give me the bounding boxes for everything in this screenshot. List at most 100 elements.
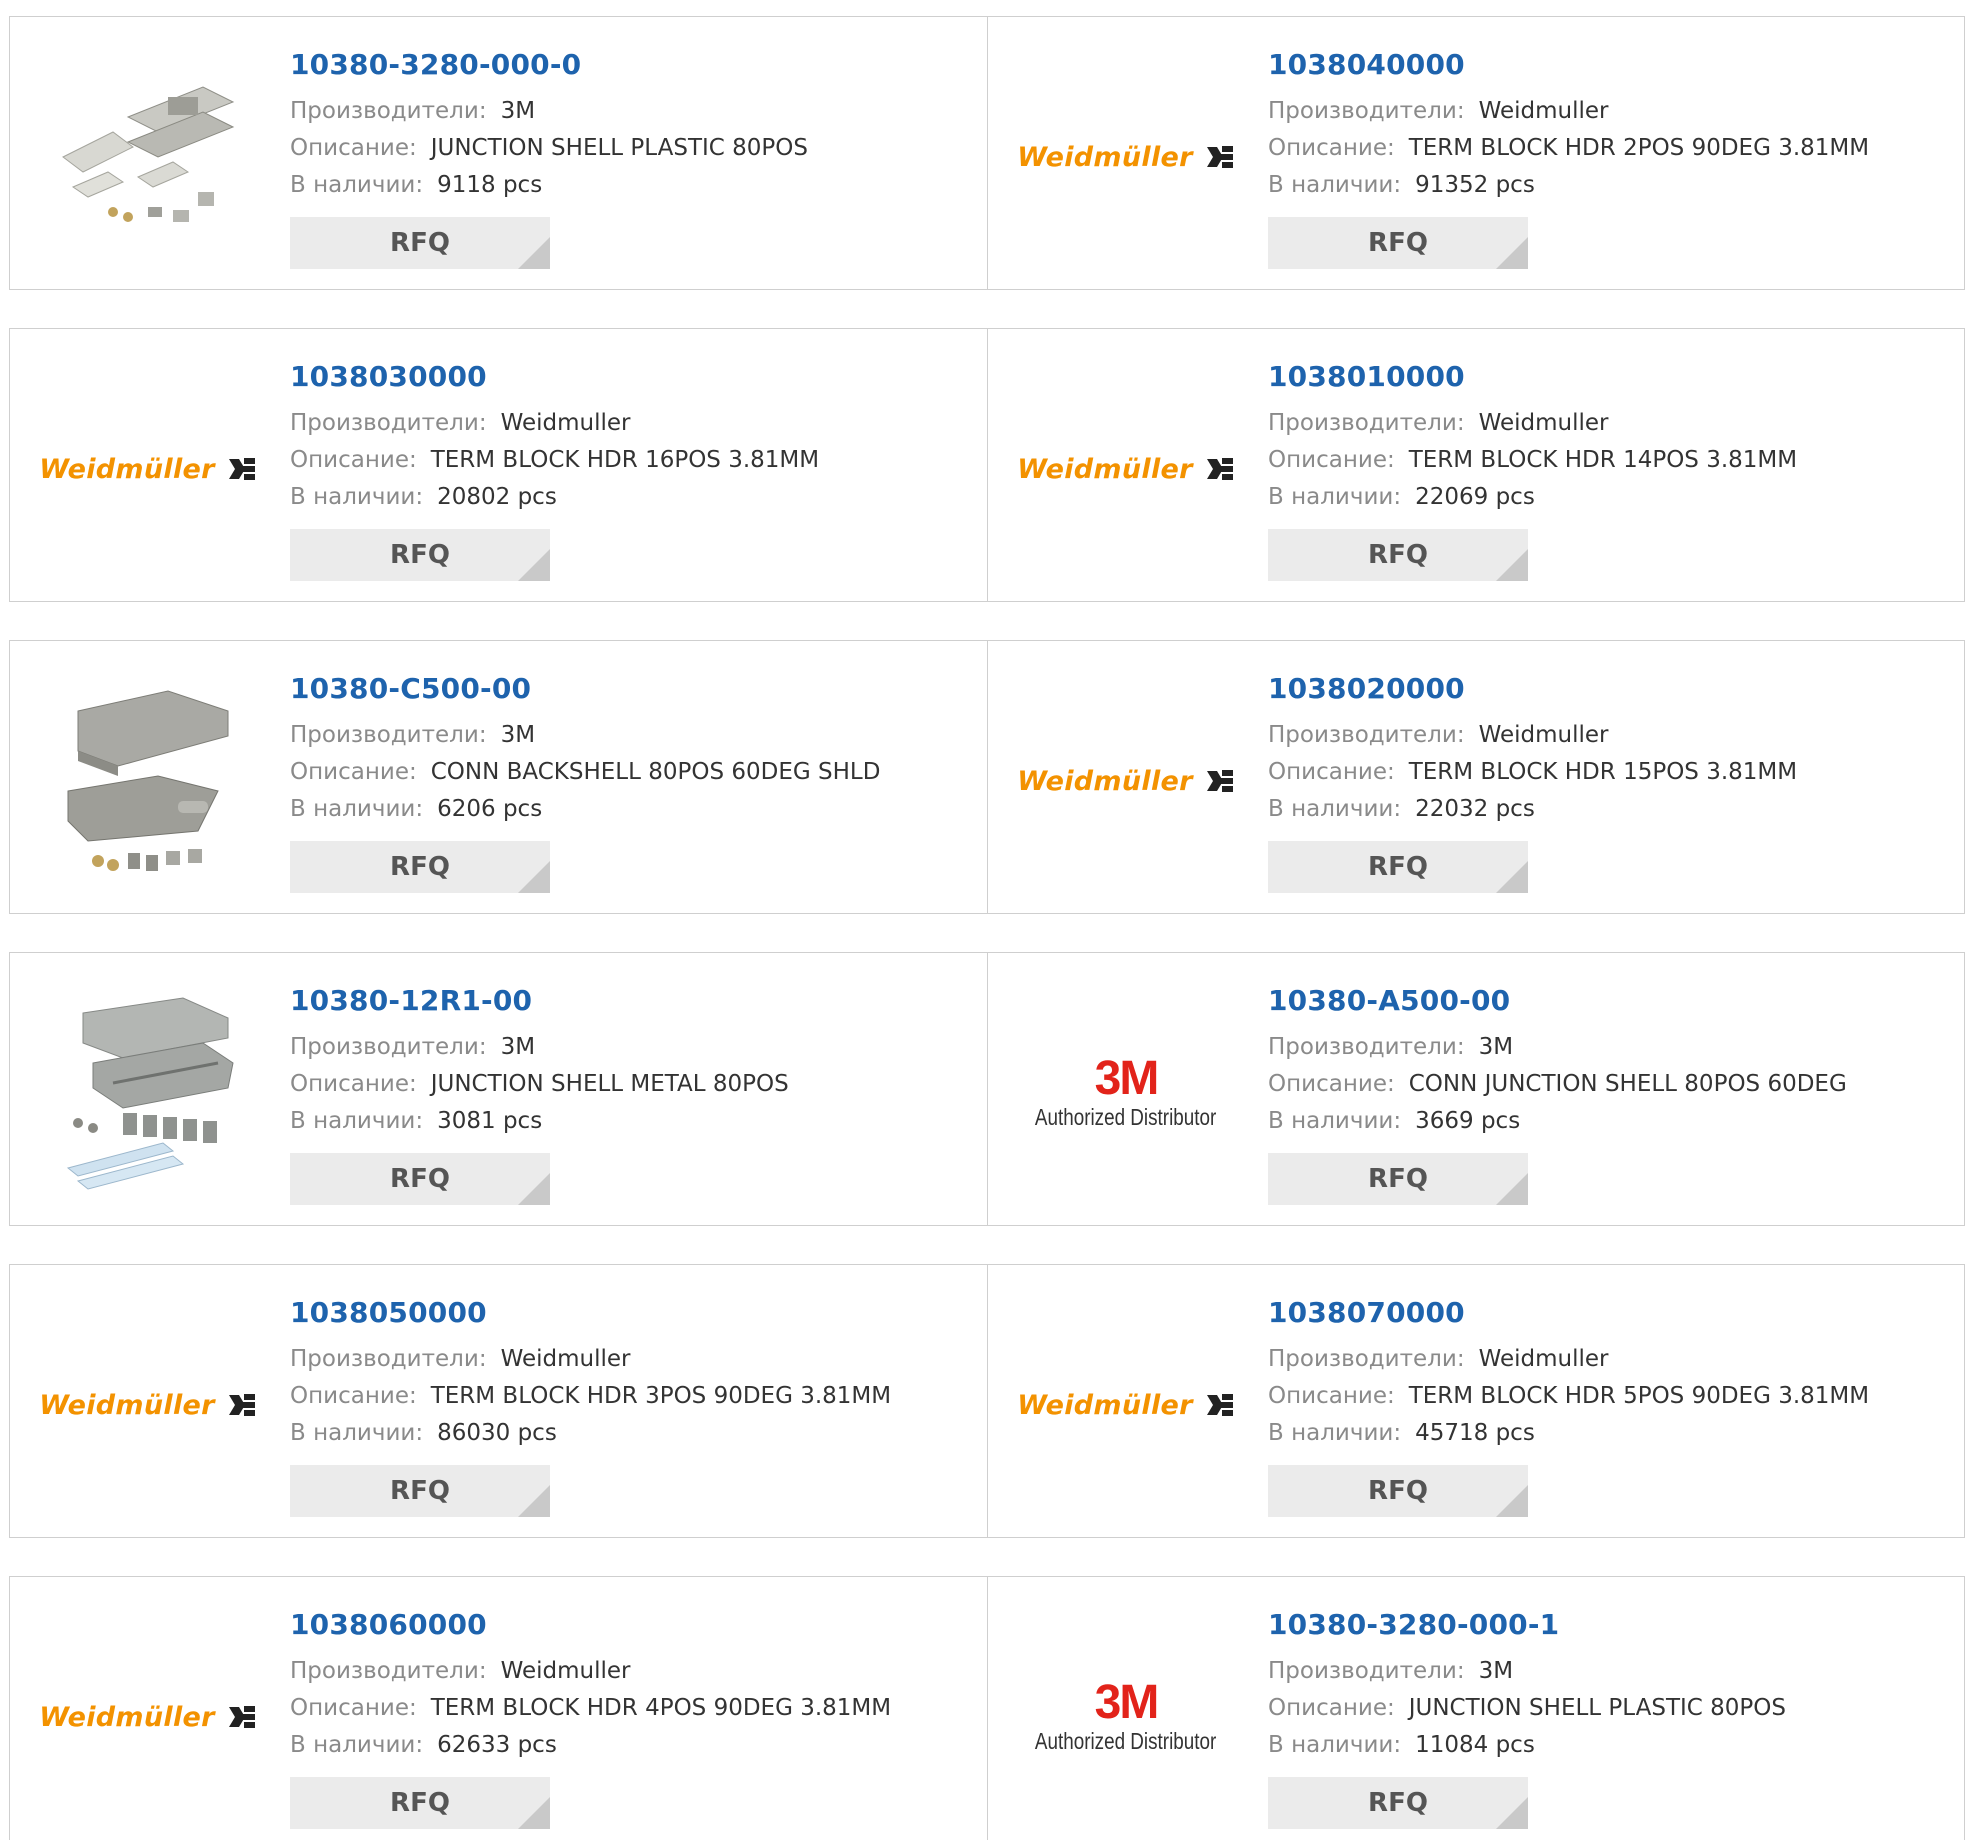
product-image[interactable]: Weidmüller: [1017, 57, 1233, 257]
manufacturer-line: Производители: 3M: [290, 717, 880, 754]
product-row: Weidmüller 1038030000 Производители: Weid…: [9, 328, 1965, 602]
product-image[interactable]: Weidmüller: [39, 1617, 255, 1817]
stock-line: В наличии: 22069 pcs: [1268, 479, 1797, 516]
part-number-link[interactable]: 10380-12R1-00: [290, 983, 789, 1019]
rfq-button[interactable]: RFQ: [1268, 1153, 1528, 1205]
stock-value: 6206 pcs: [437, 796, 543, 822]
description-line: Описание: TERM BLOCK HDR 15POS 3.81MM: [1268, 754, 1797, 791]
part-number-link[interactable]: 1038020000: [1268, 671, 1797, 707]
product-image[interactable]: [48, 993, 248, 1193]
rfq-label: RFQ: [390, 1788, 450, 1818]
description-line: Описание: TERM BLOCK HDR 4POS 90DEG 3.81M…: [290, 1690, 891, 1727]
product-image[interactable]: 3M Authorized Distributor: [1026, 993, 1226, 1193]
manufacturer-line: Производители: Weidmuller: [1268, 1341, 1869, 1378]
rfq-button[interactable]: RFQ: [1268, 841, 1528, 893]
corner-triangle-icon: [1496, 1173, 1528, 1205]
rfq-button[interactable]: RFQ: [290, 1153, 550, 1205]
manufacturer-label: Производители:: [1268, 410, 1465, 436]
rfq-button[interactable]: RFQ: [290, 1465, 550, 1517]
product-row: 10380-3280-000-0 Производители: 3M Описан…: [9, 16, 1965, 290]
metal-shell-photo: [66, 997, 234, 1190]
authorized-distributor-text: Authorized Distributor: [1035, 1727, 1217, 1754]
corner-triangle-icon: [518, 1797, 550, 1829]
stock-line: В наличии: 62633 pcs: [290, 1727, 891, 1764]
product-row: Weidmüller 1038050000 Производители: Weid…: [9, 1264, 1965, 1538]
stock-line: В наличии: 22032 pcs: [1268, 791, 1797, 828]
description-label: Описание:: [1268, 1695, 1395, 1721]
product-image[interactable]: [48, 57, 248, 257]
description-label: Описание:: [1268, 1071, 1395, 1097]
manufacturer-value: 3M: [1478, 1034, 1514, 1060]
rfq-label: RFQ: [1368, 540, 1428, 570]
product-grid: 10380-3280-000-0 Производители: 3M Описан…: [0, 0, 1965, 1840]
backshell-photo: [67, 690, 229, 871]
part-number-link[interactable]: 10380-3280-000-1: [1268, 1607, 1786, 1643]
rfq-button[interactable]: RFQ: [290, 841, 550, 893]
weidmuller-logo: Weidmüller: [1017, 1390, 1234, 1421]
description-value: JUNCTION SHELL PLASTIC 80POS: [430, 135, 809, 161]
weidmuller-logo: Weidmüller: [39, 454, 256, 485]
rfq-button[interactable]: RFQ: [290, 217, 550, 269]
part-number-link[interactable]: 1038060000: [290, 1607, 891, 1643]
rfq-button[interactable]: RFQ: [1268, 1465, 1528, 1517]
product-image[interactable]: Weidmüller: [39, 369, 255, 569]
stock-value: 45718 pcs: [1415, 1420, 1535, 1446]
manufacturer-label: Производители:: [290, 1034, 487, 1060]
product-image[interactable]: [48, 681, 248, 881]
product-image[interactable]: 3M Authorized Distributor: [1026, 1617, 1226, 1817]
stock-value: 22032 pcs: [1415, 796, 1535, 822]
manufacturer-value: 3M: [500, 1034, 536, 1060]
manufacturer-value: Weidmuller: [500, 1346, 631, 1372]
rfq-label: RFQ: [1368, 852, 1428, 882]
product-card: Weidmüller 1038010000 Производители: Weid…: [987, 329, 1964, 601]
product-image[interactable]: Weidmüller: [1017, 1305, 1233, 1505]
3m-logo-text: 3M: [1094, 1051, 1160, 1105]
manufacturer-value: Weidmuller: [1478, 722, 1609, 748]
rfq-button[interactable]: RFQ: [1268, 529, 1528, 581]
manufacturer-value: 3M: [1478, 1658, 1514, 1684]
product-card: Weidmüller 1038070000 Производители: Weid…: [987, 1265, 1964, 1537]
product-card: 10380-C500-00 Производители: 3M Описание:…: [10, 641, 987, 913]
stock-value: 62633 pcs: [437, 1732, 557, 1758]
part-number-link[interactable]: 1038050000: [290, 1295, 891, 1331]
manufacturer-value: Weidmuller: [1478, 410, 1609, 436]
rfq-button[interactable]: RFQ: [290, 1777, 550, 1829]
manufacturer-line: Производители: 3M: [1268, 1029, 1847, 1066]
part-number-link[interactable]: 1038030000: [290, 359, 819, 395]
part-number-link[interactable]: 1038010000: [1268, 359, 1797, 395]
description-value: CONN BACKSHELL 80POS 60DEG SHLD: [430, 759, 881, 785]
product-image[interactable]: Weidmüller: [1017, 681, 1233, 881]
weidmuller-logo: Weidmüller: [39, 1390, 256, 1421]
product-image[interactable]: Weidmüller: [1017, 369, 1233, 569]
product-card: Weidmüller 1038040000 Производители: Weid…: [987, 17, 1964, 289]
manufacturer-label: Производители:: [290, 410, 487, 436]
weidmuller-logo: Weidmüller: [39, 1702, 256, 1733]
weidmuller-mark-icon: [1206, 770, 1233, 792]
stock-line: В наличии: 86030 pcs: [290, 1415, 891, 1452]
part-number-link[interactable]: 10380-3280-000-0: [290, 47, 808, 83]
corner-triangle-icon: [518, 549, 550, 581]
rfq-label: RFQ: [390, 228, 450, 258]
stock-value: 11084 pcs: [1415, 1732, 1535, 1758]
description-value: TERM BLOCK HDR 4POS 90DEG 3.81MM: [430, 1695, 892, 1721]
stock-label: В наличии:: [1268, 1108, 1402, 1134]
rfq-button[interactable]: RFQ: [1268, 1777, 1528, 1829]
part-number-link[interactable]: 10380-C500-00: [290, 671, 880, 707]
stock-value: 91352 pcs: [1415, 172, 1535, 198]
corner-triangle-icon: [1496, 1485, 1528, 1517]
rfq-label: RFQ: [1368, 1164, 1428, 1194]
stock-label: В наличии:: [1268, 172, 1402, 198]
description-line: Описание: JUNCTION SHELL METAL 80POS: [290, 1066, 789, 1103]
part-number-link[interactable]: 1038040000: [1268, 47, 1869, 83]
description-line: Описание: TERM BLOCK HDR 16POS 3.81MM: [290, 442, 819, 479]
corner-triangle-icon: [518, 1173, 550, 1205]
part-number-link[interactable]: 1038070000: [1268, 1295, 1869, 1331]
rfq-label: RFQ: [1368, 1476, 1428, 1506]
product-image[interactable]: Weidmüller: [39, 1305, 255, 1505]
manufacturer-line: Производители: Weidmuller: [290, 405, 819, 442]
rfq-button[interactable]: RFQ: [290, 529, 550, 581]
rfq-button[interactable]: RFQ: [1268, 217, 1528, 269]
manufacturer-label: Производители:: [290, 1658, 487, 1684]
manufacturer-label: Производители:: [290, 722, 487, 748]
part-number-link[interactable]: 10380-A500-00: [1268, 983, 1847, 1019]
